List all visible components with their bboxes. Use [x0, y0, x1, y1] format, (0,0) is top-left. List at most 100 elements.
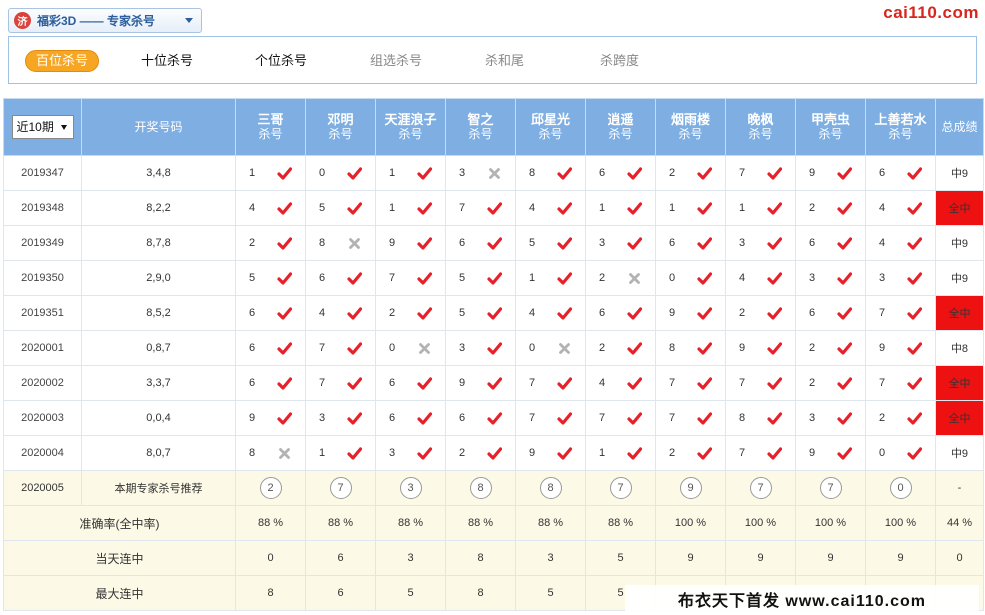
pick-cell: 2: [795, 365, 866, 401]
check-icon: [277, 376, 293, 391]
tab-span[interactable]: 杀跨度: [600, 50, 639, 72]
chevron-down-icon: [185, 18, 193, 23]
check-icon: [487, 201, 503, 216]
expert-header[interactable]: 邓明 杀号: [305, 98, 376, 156]
pick-cell: 4: [515, 295, 586, 331]
pick-number: 4: [599, 377, 606, 389]
pick-number: 9: [879, 342, 886, 354]
pick-number: 7: [739, 447, 746, 459]
check-icon: [557, 236, 573, 251]
pick-number: 7: [319, 377, 326, 389]
check-icon: [627, 446, 643, 461]
tab-sum-tail[interactable]: 杀和尾: [485, 50, 524, 72]
check-icon: [487, 236, 503, 251]
check-icon: [347, 306, 363, 321]
pick-cell: 7: [725, 155, 796, 191]
check-icon: [837, 446, 853, 461]
result-full-badge: 全中: [935, 190, 984, 226]
expert-header[interactable]: 上善若水 杀号: [865, 98, 936, 156]
check-icon: [557, 411, 573, 426]
table-row: 2019348 8,2,2 4 5 1 7 4 1 1 1 2 4 全中: [3, 190, 984, 226]
pick-number: 6: [809, 237, 816, 249]
streak-today-row: 当天连中 0 6 3 8 3 5 9 9 9 9 0: [3, 540, 984, 576]
period-select[interactable]: 近10期: [11, 115, 74, 139]
pick-number: 5: [459, 307, 466, 319]
lottery-select-label: 福彩3D —— 专家杀号: [37, 14, 156, 28]
pick-number: 3: [879, 272, 886, 284]
expert-name: 上善若水: [874, 112, 927, 127]
expert-header[interactable]: 天涯浪子 杀号: [375, 98, 446, 156]
check-icon: [907, 166, 923, 181]
pick-number: 2: [809, 377, 816, 389]
check-icon: [277, 306, 293, 321]
expert-header[interactable]: 烟雨楼 杀号: [655, 98, 726, 156]
pick-number: 9: [669, 307, 676, 319]
pick-number: 8: [669, 342, 676, 354]
check-icon: [767, 376, 783, 391]
pick-number: 2: [599, 272, 606, 284]
pick-cell: 9: [795, 435, 866, 471]
check-icon: [697, 446, 713, 461]
check-icon: [767, 166, 783, 181]
expert-header[interactable]: 智之 杀号: [445, 98, 516, 156]
pick-number: 9: [809, 167, 816, 179]
position-tabs: 百位杀号 十位杀号 个位杀号 组选杀号 杀和尾 杀跨度: [8, 36, 977, 84]
stat-value: 8: [445, 540, 516, 576]
stat-value: 3: [515, 540, 586, 576]
check-icon: [347, 411, 363, 426]
check-icon: [487, 271, 503, 286]
tab-tens[interactable]: 十位杀号: [141, 50, 193, 72]
check-icon: [557, 446, 573, 461]
pick-cell: 2: [865, 400, 936, 436]
expert-header[interactable]: 三哥 杀号: [235, 98, 306, 156]
table-row: 2020004 8,0,7 8 1 3 2 9 1 2 7 9 0 中9: [3, 435, 984, 471]
tab-units[interactable]: 个位杀号: [255, 50, 307, 72]
recommend-number: 0: [889, 477, 912, 499]
check-icon: [697, 201, 713, 216]
pick-number: 2: [739, 307, 746, 319]
stat-value: 6: [305, 540, 376, 576]
pick-cell: 6: [655, 225, 726, 261]
recommend-number: 7: [819, 477, 842, 499]
expert-header[interactable]: 甲壳虫 杀号: [795, 98, 866, 156]
expert-header[interactable]: 邱星光 杀号: [515, 98, 586, 156]
expert-sub: 杀号: [538, 127, 563, 141]
check-icon: [557, 201, 573, 216]
pick-number: 7: [389, 272, 396, 284]
expert-header[interactable]: 逍遥 杀号: [585, 98, 656, 156]
draw-cell: 3,4,8: [81, 155, 236, 191]
pick-cell: 5: [445, 260, 516, 296]
pick-number: 3: [809, 272, 816, 284]
table-row: 2020003 0,0,4 9 3 6 6 7 7 7 8 3 2 全中: [3, 400, 984, 436]
recommend-number: 2: [259, 477, 282, 499]
check-icon: [277, 411, 293, 426]
check-icon: [697, 411, 713, 426]
expert-sub: 杀号: [888, 127, 913, 141]
expert-header[interactable]: 晚枫 杀号: [725, 98, 796, 156]
check-icon: [767, 411, 783, 426]
pick-number: 6: [459, 412, 466, 424]
recommend-number: 3: [399, 477, 422, 499]
check-icon: [557, 166, 573, 181]
pick-number: 2: [459, 447, 466, 459]
pick-cell: 9: [865, 330, 936, 366]
check-icon: [697, 271, 713, 286]
pick-number: 1: [669, 202, 676, 214]
pick-cell: 4: [585, 365, 656, 401]
stat-label: 当天连中: [3, 540, 236, 576]
pick-cell: 3: [795, 260, 866, 296]
pick-number: 7: [739, 167, 746, 179]
check-icon: [627, 166, 643, 181]
pick-number: 5: [459, 272, 466, 284]
recommend-cell: 7: [305, 470, 376, 506]
tab-group[interactable]: 组选杀号: [370, 50, 422, 72]
check-icon: [417, 376, 433, 391]
stat-value: 5: [515, 575, 586, 611]
pick-cell: 7: [725, 365, 796, 401]
pick-number: 6: [459, 237, 466, 249]
draw-header: 开奖号码: [81, 98, 236, 156]
pick-cell: 6: [235, 295, 306, 331]
cross-icon: [347, 236, 362, 251]
lottery-type-select[interactable]: 济 福彩3D —— 专家杀号: [8, 8, 202, 33]
tab-hundreds[interactable]: 百位杀号: [25, 50, 100, 72]
